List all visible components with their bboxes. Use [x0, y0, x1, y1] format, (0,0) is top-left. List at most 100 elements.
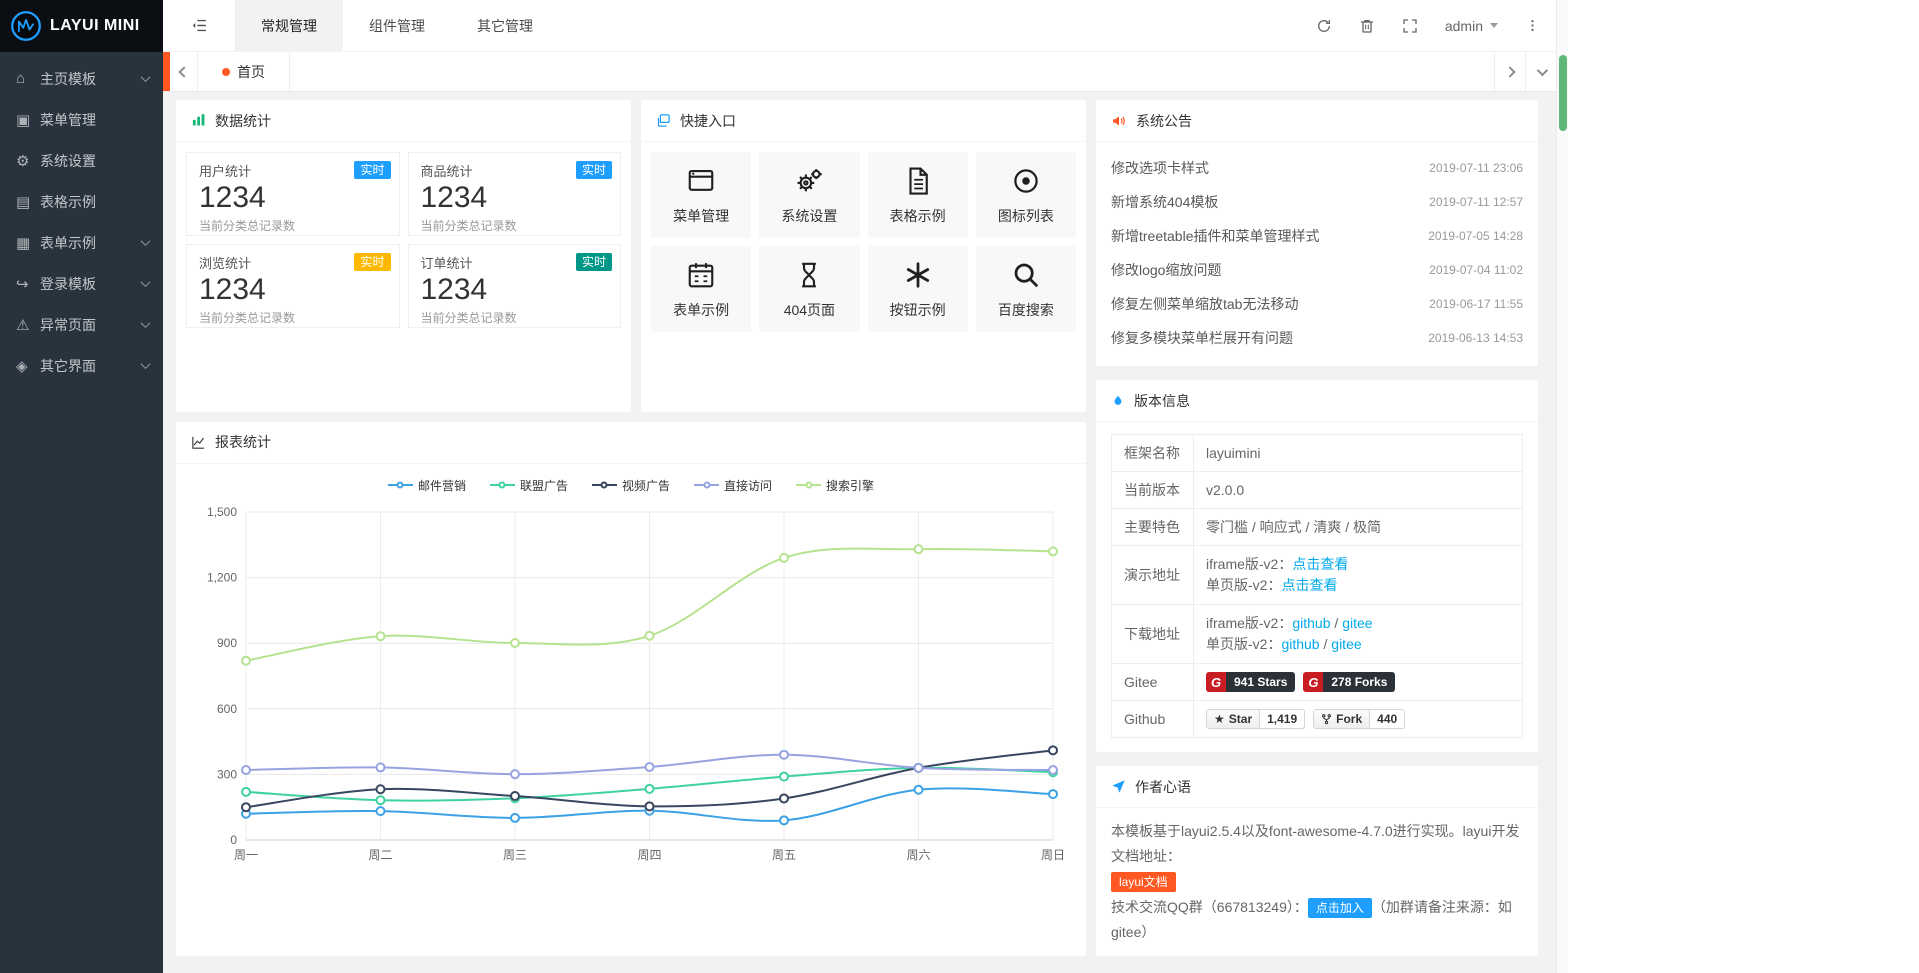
- layui-doc-badge[interactable]: layui文档: [1111, 872, 1176, 892]
- window-restore-icon: [656, 113, 671, 128]
- bullhorn-icon: [1111, 113, 1127, 129]
- table-row: 演示地址 iframe版-v2：点击查看 单页版-v2：点击查看: [1112, 546, 1523, 605]
- tile-system-settings[interactable]: 系统设置: [759, 152, 859, 238]
- list-item[interactable]: 新增系统404模板 2019-07-11 12:57: [1111, 185, 1523, 219]
- tile-button-example[interactable]: 按钮示例: [868, 246, 968, 332]
- nav-tab-other[interactable]: 其它管理: [451, 0, 559, 51]
- legend-item[interactable]: 邮件营销: [388, 477, 466, 494]
- sidebar-item-login-template[interactable]: ↪ 登录模板: [0, 263, 163, 304]
- chevron-down-icon: [1490, 23, 1498, 28]
- sidebar-item-system-settings[interactable]: ⚙ 系统设置: [0, 140, 163, 181]
- sidebar-item-home-template[interactable]: ⌂ 主页模板: [0, 58, 163, 99]
- tab-home-label: 首页: [237, 62, 265, 82]
- row-value: G 941 Stars G 278 Forks: [1194, 664, 1523, 701]
- stat-panel-goods: 商品统计 1234 当前分类总记录数 实时: [408, 152, 622, 236]
- sidebar-item-label: 其它界面: [40, 356, 142, 376]
- tile-baidu-search[interactable]: 百度搜索: [976, 246, 1076, 332]
- collapse-sidebar-icon: [191, 17, 208, 34]
- tile-table-example[interactable]: 表格示例: [868, 152, 968, 238]
- announcement-text: 新增系统404模板: [1111, 192, 1218, 212]
- scrollbar-thumb[interactable]: [1559, 55, 1567, 131]
- nav-tab-components[interactable]: 组件管理: [343, 0, 451, 51]
- collapse-sidebar-button[interactable]: [163, 0, 235, 51]
- announcement-text: 修改选项卡样式: [1111, 158, 1209, 178]
- tile-label: 系统设置: [781, 206, 837, 226]
- tab-operations-button[interactable]: [1525, 52, 1556, 91]
- vertical-scrollbar[interactable]: [1556, 0, 1568, 973]
- svg-text:周日: 周日: [1041, 848, 1065, 862]
- list-item[interactable]: 修复左侧菜单缩放tab无法移动 2019-06-17 11:55: [1111, 287, 1523, 321]
- logo[interactable]: LAYUI MINI: [0, 0, 163, 52]
- table-icon: ▤: [16, 193, 40, 211]
- tile-404-page[interactable]: 404页面: [759, 246, 859, 332]
- user-dropdown[interactable]: admin: [1445, 18, 1498, 34]
- author-line1: 本模板基于layui2.5.4以及font-awesome-4.7.0进行实现。…: [1111, 819, 1523, 869]
- stat-panel-users: 用户统计 1234 当前分类总记录数 实时: [186, 152, 400, 236]
- main-area: 常规管理 组件管理 其它管理: [163, 0, 1556, 973]
- demo-iframe-link[interactable]: 点击查看: [1292, 556, 1348, 572]
- sidebar-item-form-example[interactable]: ▦ 表单示例: [0, 222, 163, 263]
- tab-scroll-left-button[interactable]: [170, 52, 198, 91]
- list-item[interactable]: 修复多模块菜单栏展开有问题 2019-06-13 14:53: [1111, 321, 1523, 355]
- tile-menu-manage[interactable]: 菜单管理: [651, 152, 751, 238]
- legend-item[interactable]: 直接访问: [694, 477, 772, 494]
- version-info-card: 版本信息 框架名称 layuimini 当前版本: [1096, 380, 1538, 752]
- quick-grid: 菜单管理 系统设置: [641, 142, 1086, 342]
- clear-cache-button[interactable]: [1359, 18, 1375, 34]
- active-tab-accent: [163, 52, 170, 91]
- svg-text:周三: 周三: [503, 848, 527, 862]
- download-github-link[interactable]: github: [1292, 615, 1330, 631]
- sidebar-item-other-ui[interactable]: ◈ 其它界面: [0, 345, 163, 386]
- download-gitee-link[interactable]: gitee: [1342, 615, 1372, 631]
- tab-home[interactable]: 首页: [198, 52, 290, 91]
- header-actions: admin: [1316, 0, 1556, 51]
- gitee-stars-count: 941 Stars: [1226, 672, 1295, 692]
- card-title: 作者心语: [1135, 777, 1191, 797]
- list-item[interactable]: 修改选项卡样式 2019-07-11 23:06: [1111, 151, 1523, 185]
- tile-icon-list[interactable]: 图标列表: [976, 152, 1076, 238]
- quick-entry-header: 快捷入口: [641, 100, 1086, 142]
- row-value: layuimini: [1194, 435, 1523, 472]
- chevron-down-icon: [141, 236, 151, 246]
- sidebar-item-menu-manage[interactable]: ▣ 菜单管理: [0, 99, 163, 140]
- form-icon: ▦: [16, 234, 40, 252]
- list-item[interactable]: 修改logo缩放问题 2019-07-04 11:02: [1111, 253, 1523, 287]
- demo-spa-link[interactable]: 点击查看: [1281, 577, 1337, 593]
- star-icon: ★: [1214, 712, 1225, 726]
- gitee-forks-count: 278 Forks: [1323, 672, 1395, 692]
- legend-label: 搜索引擎: [826, 477, 874, 494]
- gitee-logo-icon: G: [1303, 672, 1323, 692]
- qq-join-badge[interactable]: 点击加入: [1308, 898, 1372, 918]
- nav-tab-general[interactable]: 常规管理: [235, 0, 343, 51]
- gitee-forks-badge[interactable]: G 278 Forks: [1303, 672, 1395, 692]
- card-title: 快捷入口: [680, 111, 736, 131]
- line-chart-icon: [191, 435, 206, 450]
- refresh-button[interactable]: [1316, 18, 1332, 34]
- download-gitee-link[interactable]: gitee: [1331, 636, 1361, 652]
- github-star-badge[interactable]: ★Star 1,419: [1206, 709, 1305, 729]
- more-menu-button[interactable]: [1525, 18, 1540, 33]
- author-message-body: 本模板基于layui2.5.4以及font-awesome-4.7.0进行实现。…: [1096, 808, 1538, 956]
- svg-text:600: 600: [217, 701, 237, 715]
- tile-form-example[interactable]: 表单示例: [651, 246, 751, 332]
- tab-scroll-right-button[interactable]: [1494, 52, 1525, 91]
- announcement-date: 2019-07-11 12:57: [1429, 195, 1523, 209]
- legend-mark-icon: [388, 484, 413, 486]
- page-tabbar: 首页: [163, 52, 1556, 92]
- legend-item[interactable]: 搜索引擎: [796, 477, 874, 494]
- download-github-link[interactable]: github: [1281, 636, 1319, 652]
- login-icon: ↪: [16, 275, 40, 293]
- sidebar-item-table-example[interactable]: ▤ 表格示例: [0, 181, 163, 222]
- gitee-stars-badge[interactable]: G 941 Stars: [1206, 672, 1295, 692]
- chart-legend: 邮件营销 联盟广告 视频广告 直接访问 搜索引擎: [176, 464, 1086, 496]
- list-item[interactable]: 新增treetable插件和菜单管理样式 2019-07-05 14:28: [1111, 219, 1523, 253]
- legend-item[interactable]: 视频广告: [592, 477, 670, 494]
- stat-desc: 当前分类总记录数: [421, 217, 609, 234]
- github-fork-badge[interactable]: Fork 440: [1313, 709, 1405, 729]
- legend-item[interactable]: 联盟广告: [490, 477, 568, 494]
- fullscreen-button[interactable]: [1402, 18, 1418, 34]
- sidebar-item-error-pages[interactable]: ⚠ 异常页面: [0, 304, 163, 345]
- row-label: Github: [1112, 701, 1194, 738]
- svg-text:周六: 周六: [906, 848, 930, 862]
- status-badge: 实时: [354, 253, 390, 271]
